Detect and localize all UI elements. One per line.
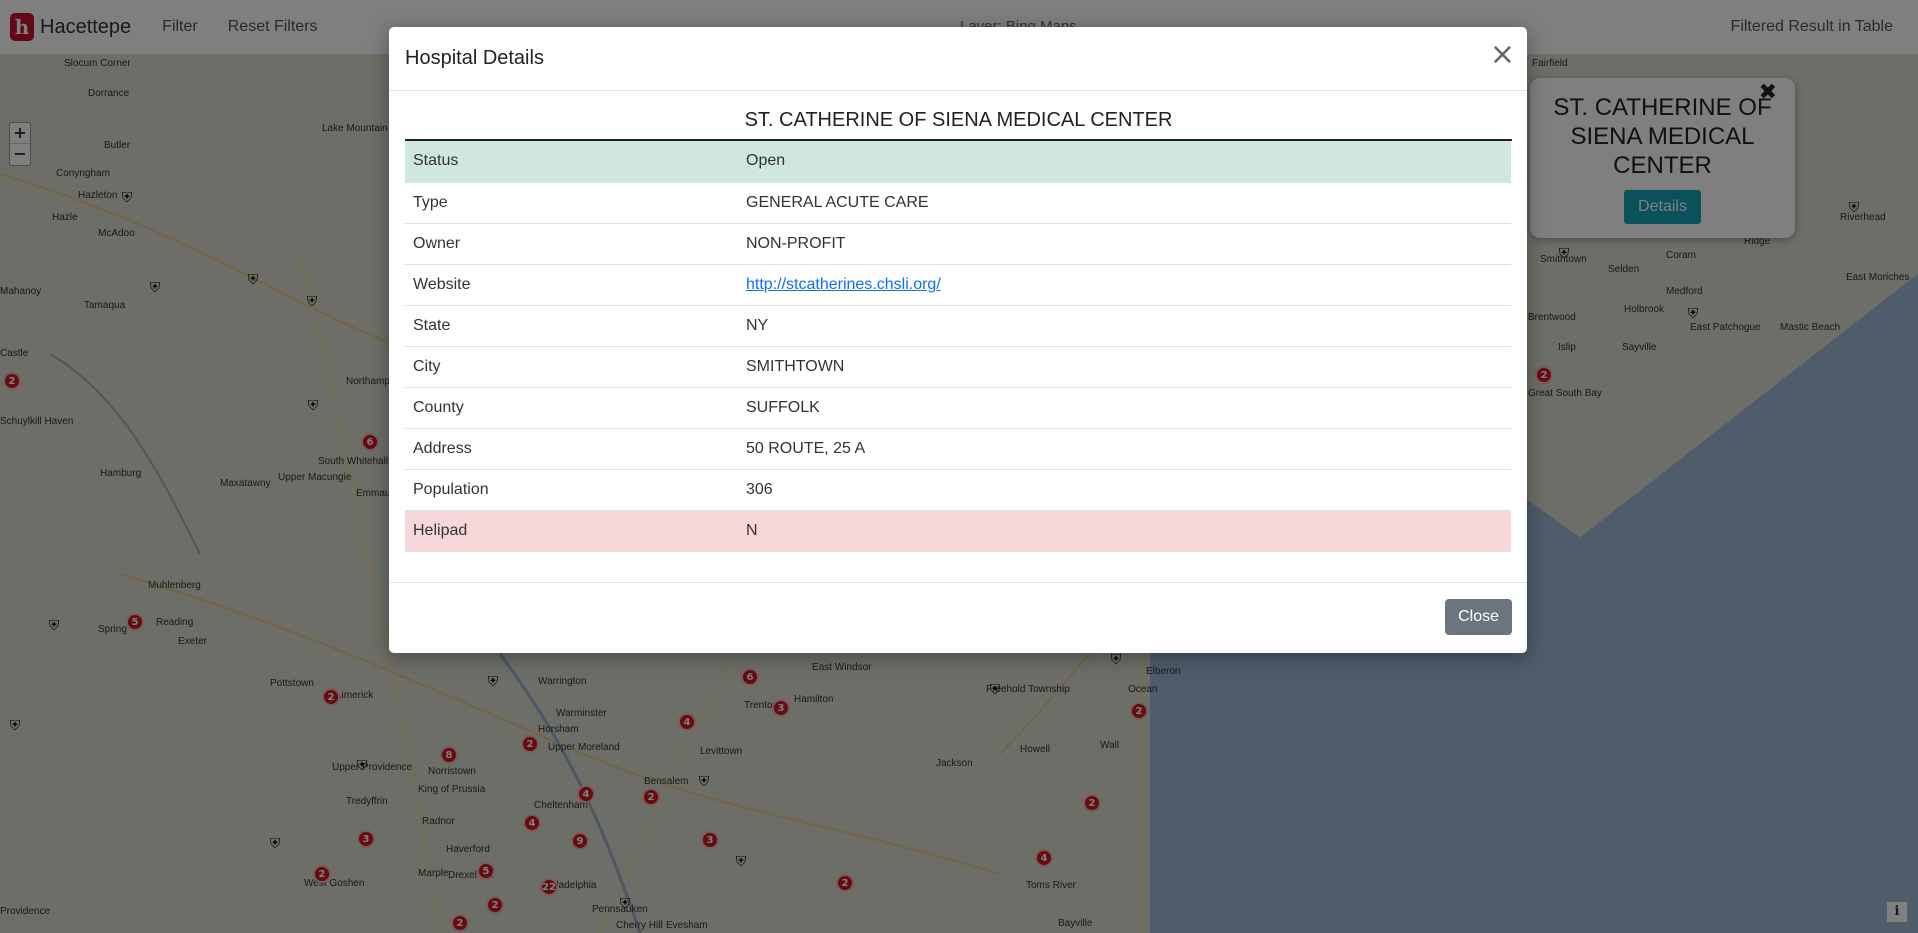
table-row-population: Population 306 — [405, 469, 1511, 511]
table-row-type: Type GENERAL ACUTE CARE — [405, 182, 1511, 224]
row-value: http://stcatherines.chsli.org/ — [738, 264, 1511, 306]
row-value: 50 ROUTE, 25 A — [738, 428, 1511, 470]
row-value: Open — [738, 141, 1511, 183]
hospital-details-table: Status Open Type GENERAL ACUTE CARE Owne… — [405, 141, 1511, 552]
table-row-helipad: Helipad N — [405, 510, 1511, 552]
row-label: Helipad — [405, 510, 738, 552]
row-label: Type — [405, 182, 738, 224]
hospital-name-heading: ST. CATHERINE OF SIENA MEDICAL CENTER — [405, 107, 1512, 141]
row-label: Status — [405, 141, 738, 183]
close-icon[interactable]: × — [1490, 40, 1515, 70]
table-row-state: State NY — [405, 305, 1511, 347]
table-row-city: City SMITHTOWN — [405, 346, 1511, 388]
row-label: Website — [405, 264, 738, 306]
row-label: Address — [405, 428, 738, 470]
table-row-address: Address 50 ROUTE, 25 A — [405, 428, 1511, 470]
row-value: SUFFOLK — [738, 387, 1511, 429]
row-label: City — [405, 346, 738, 388]
row-value: NON-PROFIT — [738, 223, 1511, 265]
table-row-website: Website http://stcatherines.chsli.org/ — [405, 264, 1511, 306]
table-row-status: Status Open — [405, 141, 1511, 183]
row-value: N — [738, 510, 1511, 552]
row-value: 306 — [738, 469, 1511, 511]
table-row-county: County SUFFOLK — [405, 387, 1511, 429]
row-label: Population — [405, 469, 738, 511]
modal-header: Hospital Details × — [389, 27, 1527, 91]
modal-title: Hospital Details — [405, 47, 544, 69]
row-label: State — [405, 305, 738, 347]
modal-footer: Close — [389, 582, 1527, 653]
row-value: SMITHTOWN — [738, 346, 1511, 388]
row-label: County — [405, 387, 738, 429]
table-row-owner: Owner NON-PROFIT — [405, 223, 1511, 265]
row-label: Owner — [405, 223, 738, 265]
hospital-details-modal: Hospital Details × ST. CATHERINE OF SIEN… — [389, 27, 1527, 653]
website-link[interactable]: http://stcatherines.chsli.org/ — [746, 276, 941, 293]
row-value: NY — [738, 305, 1511, 347]
modal-body: ST. CATHERINE OF SIENA MEDICAL CENTER St… — [389, 91, 1527, 552]
row-value: GENERAL ACUTE CARE — [738, 182, 1511, 224]
close-button[interactable]: Close — [1445, 599, 1512, 635]
